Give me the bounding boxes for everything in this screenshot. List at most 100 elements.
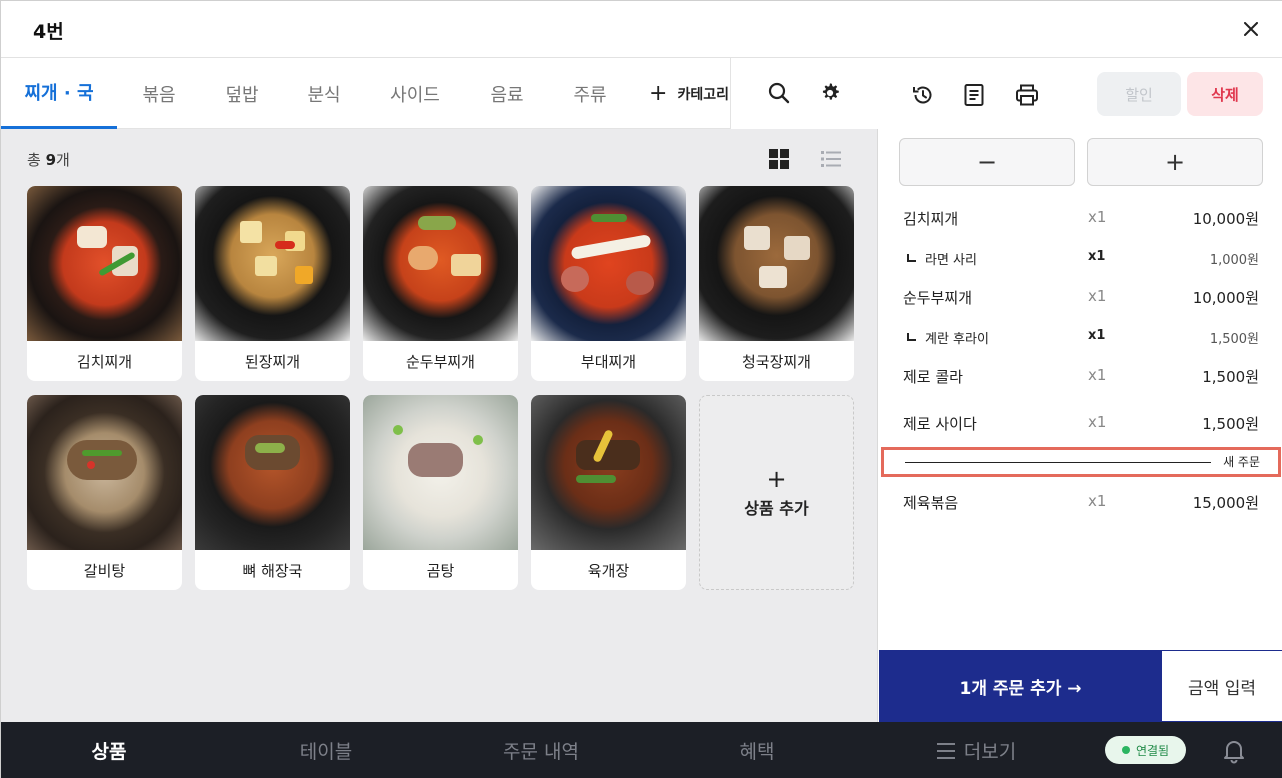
bottom-navigation: 상품 테이블 주문 내역 혜택 더보기 연결됨	[1, 722, 1282, 778]
divider-line	[905, 462, 1211, 463]
add-category-button[interactable]: + 카테고리	[649, 58, 733, 129]
nav-tables[interactable]: 테이블	[276, 722, 376, 778]
order-item-price: 1,500원	[1202, 368, 1259, 386]
order-item-qty: x1	[1088, 366, 1107, 384]
bell-icon	[1224, 741, 1244, 764]
nav-order-history[interactable]: 주문 내역	[481, 722, 601, 778]
nav-benefits[interactable]: 혜택	[707, 722, 807, 778]
increase-quantity-button[interactable]: +	[1087, 138, 1263, 186]
list-view-button[interactable]	[818, 146, 844, 172]
print-button[interactable]	[1012, 80, 1042, 110]
new-order-label: 새 주문	[1223, 455, 1260, 469]
tab-drinks[interactable]: 음료	[465, 58, 549, 129]
title-bar: 4번	[1, 1, 1282, 58]
product-name: 뼈 해장국	[242, 561, 303, 580]
receipt-button[interactable]	[959, 80, 989, 110]
product-card-army-stew[interactable]: 부대찌개	[531, 186, 686, 381]
product-name: 순두부찌개	[405, 352, 475, 371]
tab-tools	[730, 58, 878, 129]
list-icon	[821, 151, 841, 167]
product-card-short-rib-soup[interactable]: 갈비탕	[27, 395, 182, 590]
product-card-soybean-stew[interactable]: 된장찌개	[195, 186, 350, 381]
product-name: 부대찌개	[580, 352, 637, 371]
product-card-beef-bone-soup[interactable]: 곰탕	[363, 395, 518, 590]
order-item-qty: x1	[1088, 413, 1107, 431]
product-name: 청국장찌개	[741, 352, 811, 371]
order-item[interactable]: 제로 사이다 x1 1,500원	[879, 407, 1282, 439]
search-icon	[768, 82, 790, 104]
tab-side[interactable]: 사이드	[365, 58, 465, 129]
order-option-price: 1,000원	[1209, 253, 1259, 268]
product-card-kimchi-stew[interactable]: 김치찌개	[27, 186, 182, 381]
order-item-price: 10,000원	[1192, 289, 1259, 307]
product-name: 육개장	[587, 561, 630, 580]
product-name: 곰탕	[426, 561, 455, 580]
order-item-price: 1,500원	[1202, 415, 1259, 433]
gear-icon	[822, 83, 839, 100]
product-name: 된장찌개	[244, 352, 301, 371]
kimchi-stew-image	[27, 186, 182, 341]
grid-view-button[interactable]	[766, 146, 792, 172]
order-item-name: 순두부찌개	[903, 289, 973, 307]
pork-bone-soup-image	[195, 395, 350, 550]
connection-status-label: 연결됨	[1135, 743, 1170, 758]
delete-button[interactable]: 삭제	[1187, 72, 1263, 116]
tab-deopbap[interactable]: 덮밥	[201, 58, 283, 129]
nav-more-label: 더보기	[963, 741, 1017, 763]
cheonggukjang-stew-image	[699, 186, 854, 341]
product-card-spicy-beef-soup[interactable]: 육개장	[531, 395, 686, 590]
add-order-button[interactable]: 1개 주문 추가 →	[879, 650, 1162, 722]
order-option-qty: x1	[1088, 249, 1106, 264]
close-button[interactable]	[1237, 15, 1265, 43]
order-option-item[interactable]: 계란 후라이 x1 1,500원	[879, 320, 1282, 352]
order-item[interactable]: 순두부찌개 x1 10,000원	[879, 281, 1282, 313]
receipt-icon	[964, 84, 984, 106]
product-card-pork-bone-soup[interactable]: 뼈 해장국	[195, 395, 350, 590]
order-item[interactable]: 김치찌개 x1 10,000원	[879, 202, 1282, 234]
product-name: 김치찌개	[76, 352, 133, 371]
settings-button[interactable]	[815, 78, 845, 108]
plus-icon: +	[766, 464, 787, 493]
order-item-price: 10,000원	[1192, 210, 1259, 228]
product-panel: 찌개 · 국 볶음 덮밥 분식 사이드 음료 주류 + 카테고리 총 9개 김치…	[1, 58, 878, 722]
new-order-divider: 새 주문	[881, 447, 1281, 477]
order-option-name: 계란 후라이	[907, 328, 989, 347]
product-count: 총 9개	[27, 151, 70, 169]
product-card-soft-tofu-stew[interactable]: 순두부찌개	[363, 186, 518, 381]
amount-input-button[interactable]: 금액 입력	[1162, 650, 1282, 722]
history-button[interactable]	[908, 80, 938, 110]
new-order-item[interactable]: 제육볶음 x1 15,000원	[879, 486, 1282, 518]
discount-button[interactable]: 할인	[1097, 72, 1181, 116]
pos-window: 4번 찌개 · 국 볶음 덮밥 분식 사이드 음료 주류 + 카테고리 총 9개…	[0, 0, 1282, 778]
nav-more[interactable]: 더보기	[921, 722, 1031, 778]
tab-alcohol[interactable]: 주류	[549, 58, 631, 129]
army-stew-image	[531, 186, 686, 341]
add-product-button[interactable]: + 상품 추가	[699, 395, 854, 590]
order-item-qty: x1	[1088, 492, 1107, 510]
spicy-beef-soup-image	[531, 395, 686, 550]
order-option-item[interactable]: 라면 사리 x1 1,000원	[879, 241, 1282, 273]
tab-bunsik[interactable]: 분식	[283, 58, 365, 129]
order-item-name: 제로 콜라	[903, 368, 963, 386]
order-option-price: 1,500원	[1209, 332, 1259, 347]
product-card-cheonggukjang-stew[interactable]: 청국장찌개	[699, 186, 854, 381]
search-button[interactable]	[764, 78, 794, 108]
order-option-name: 라면 사리	[907, 249, 977, 268]
nav-products[interactable]: 상품	[59, 722, 159, 778]
tab-jjigae-guk[interactable]: 찌개 · 국	[1, 58, 117, 129]
notifications-button[interactable]	[1221, 738, 1247, 764]
order-item-name: 제로 사이다	[903, 415, 977, 433]
tab-bokkeum[interactable]: 볶음	[117, 58, 201, 129]
order-panel: 할인 삭제 − + 김치찌개 x1 10,000원 라면 사리 x1 1,000…	[879, 58, 1282, 722]
order-item[interactable]: 제로 콜라 x1 1,500원	[879, 360, 1282, 392]
order-item-price: 15,000원	[1192, 494, 1259, 512]
decrease-quantity-button[interactable]: −	[899, 138, 1075, 186]
menu-icon	[936, 742, 955, 759]
add-product-label: 상품 추가	[744, 498, 809, 518]
order-item-qty: x1	[1088, 208, 1107, 226]
soft-tofu-stew-image	[363, 186, 518, 341]
sub-item-corner-icon	[907, 333, 916, 341]
close-icon	[1244, 22, 1258, 36]
short-rib-soup-image	[27, 395, 182, 550]
order-item-name: 김치찌개	[903, 210, 959, 228]
